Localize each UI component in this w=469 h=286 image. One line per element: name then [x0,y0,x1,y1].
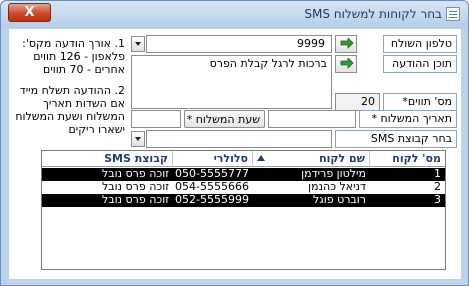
sender-phone-field[interactable]: 9999 [146,35,332,53]
sms-group-dropdown[interactable] [131,131,145,147]
cell-mobile: 052-5555999 [175,194,249,206]
header-customer-name[interactable]: שם לקוח [253,151,370,167]
cell-mobile: 054-5555666 [175,181,249,193]
header-sms-group[interactable]: קבוצת SMS [42,151,173,167]
message-content-field[interactable]: ברכות לרגל קבלת הפרס [131,55,332,109]
cell-sms-group: זוכה פרס נובל [101,181,169,193]
window-title: בחר לקוחות למשלוח SMS [304,7,442,21]
sender-phone-label: טלפון השולח [383,35,457,53]
char-count-field: 20 [335,93,380,111]
cell-customer-no: 2 [434,181,441,193]
cell-sms-group: זוכה פרס נובל [101,194,169,206]
table-row[interactable]: זוכה פרס נובל 050-5555777 מילטון פרידמן … [42,168,445,181]
header-customer-no[interactable]: מס' לקוח [370,151,445,167]
dialog-window: X בחר לקוחות למשלוח SMS טלפון השולח 9999… [0,0,469,286]
sms-group-label: בחר קבוצת SMS [335,130,457,148]
message-content-label: תוכן ההודעה [383,55,457,73]
send-time-field[interactable] [131,110,181,128]
table-row[interactable]: זוכה פרס נובל 054-5555666 דניאל כהנמן 2 [42,181,445,194]
send-time-note: 2. ההודעה תשלח מייד אם השדות תאריך המשלו… [15,84,125,136]
cell-customer-no: 1 [434,168,441,180]
length-note: 1. אורך הודעה מקס': פלאפון - 126 תווים א… [22,37,125,76]
message-content-go-button[interactable] [335,55,357,73]
form-icon [446,7,460,21]
sender-phone-value: 9999 [297,37,325,50]
form-body: טלפון השולח 9999 תוכן ההודעה ברכות לרגל … [9,29,461,279]
send-time-label: שעת המשלוח * [184,110,265,128]
header-customer-name-label: שם לקוח [319,152,365,165]
cell-customer-no: 3 [434,194,441,206]
send-date-label: תאריך המשלוח * [359,110,457,128]
send-date-field[interactable] [268,110,356,128]
char-count-label: מס' תווים* [383,93,457,111]
title-bar[interactable]: X בחר לקוחות למשלוח SMS [1,1,468,28]
cell-customer-name: רוברט פוגל [312,194,366,206]
sender-phone-go-button[interactable] [335,35,357,53]
customers-grid: קבוצת SMS סלולרי שם לקוח מס' לקוח זוכה פ… [41,150,446,270]
close-button[interactable]: X [8,3,51,22]
green-arrow-icon [340,38,354,49]
table-row[interactable]: זוכה פרס נובל 052-5555999 רוברט פוגל 3 [42,194,445,207]
sort-ascending-icon [257,155,265,161]
header-mobile[interactable]: סלולרי [173,151,253,167]
sender-phone-dropdown[interactable] [131,36,145,52]
sms-group-combo[interactable] [146,130,332,148]
green-arrow-icon [340,58,354,69]
cell-customer-name: מילטון פרידמן [301,168,366,180]
cell-customer-name: דניאל כהנמן [308,181,366,193]
cell-sms-group: זוכה פרס נובל [101,168,169,180]
cell-mobile: 050-5555777 [175,168,249,180]
